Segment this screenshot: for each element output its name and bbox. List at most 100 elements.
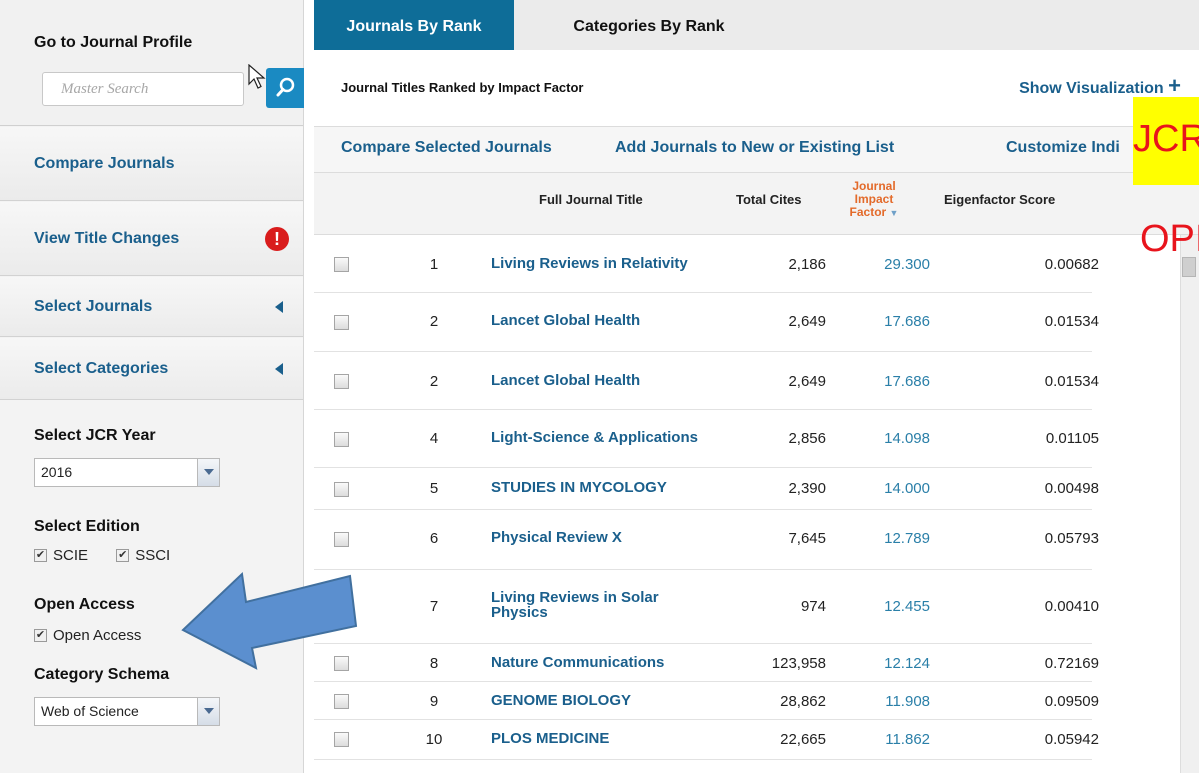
journal-title-link[interactable]: Nature Communications	[491, 655, 731, 670]
row-impact-factor: 12.789	[884, 530, 930, 547]
row-rank: 10	[425, 731, 443, 748]
col-full-journal-title[interactable]: Full Journal Title	[539, 192, 643, 207]
journal-title-link[interactable]: GENOME BIOLOGY	[491, 693, 731, 708]
row-eigenfactor: 0.09509	[1044, 693, 1099, 710]
sort-desc-icon: ▼	[889, 208, 899, 218]
view-title-changes-link[interactable]: View Title Changes !	[0, 202, 303, 276]
row-eigenfactor: 0.00682	[1044, 256, 1099, 273]
row-rank: 2	[429, 373, 439, 390]
jcr-year-value: 2016	[41, 464, 73, 480]
ssci-checkbox[interactable]: ✔	[116, 548, 130, 562]
search-icon	[276, 77, 295, 97]
vertical-scrollbar[interactable]	[1180, 235, 1199, 773]
add-journals-to-list-link[interactable]: Add Journals to New or Existing List	[615, 139, 894, 157]
alert-icon: !	[265, 226, 289, 251]
go-to-journal-profile-label: Go to Journal Profile	[34, 34, 193, 51]
row-eigenfactor: 0.01534	[1044, 313, 1099, 330]
sidebar-search-panel	[0, 0, 303, 126]
row-checkbox[interactable]	[334, 694, 349, 709]
table-row: 4 Light-Science & Applications 2,856 14.…	[314, 410, 1099, 468]
row-checkbox[interactable]	[334, 432, 349, 447]
edition-options: ✔ SCIE ✔ SSCI	[34, 546, 170, 564]
row-total-cites: 974	[800, 598, 826, 615]
row-checkbox[interactable]	[334, 732, 349, 747]
row-impact-factor: 17.686	[884, 373, 930, 390]
master-search-box[interactable]	[42, 72, 244, 106]
row-checkbox[interactable]	[334, 532, 349, 547]
row-rank: 5	[429, 480, 439, 497]
row-impact-factor: 29.300	[884, 256, 930, 273]
journal-table-body: 1 Living Reviews in Relativity 2,186 29.…	[314, 235, 1099, 760]
chevron-down-icon[interactable]	[197, 459, 219, 486]
row-impact-factor: 11.862	[885, 731, 930, 748]
row-total-cites: 22,665	[780, 731, 826, 748]
arrow-left-icon	[181, 571, 358, 670]
caret-left-icon	[275, 362, 283, 375]
row-total-cites: 2,186	[788, 256, 826, 273]
overlay-text-jcr: JCR	[1133, 118, 1199, 160]
select-journals-label: Select Journals	[34, 297, 153, 315]
col-journal-impact-factor[interactable]: Journal Impact Factor ▼	[844, 180, 904, 220]
show-visualization-link[interactable]: Show Visualization +	[1019, 75, 1181, 98]
row-eigenfactor: 0.00410	[1044, 598, 1099, 615]
col-total-cites[interactable]: Total Cites	[736, 192, 802, 207]
scie-checkbox[interactable]: ✔	[34, 548, 47, 562]
scie-label: SCIE	[53, 546, 89, 564]
row-rank: 2	[429, 313, 439, 330]
chevron-down-icon[interactable]	[197, 698, 219, 725]
journal-title-link[interactable]: Lancet Global Health	[491, 373, 731, 388]
tab-categories-by-rank[interactable]: Categories By Rank	[549, 0, 749, 50]
row-total-cites: 2,390	[788, 480, 826, 497]
journal-title-link[interactable]: Light-Science & Applications	[491, 430, 731, 445]
open-access-option-label: Open Access	[53, 626, 142, 644]
row-eigenfactor: 0.05942	[1044, 731, 1099, 748]
master-search-input[interactable]	[43, 73, 243, 105]
results-header: Journal Titles Ranked by Impact Factor S…	[314, 50, 1199, 127]
col-eigenfactor-score[interactable]: Eigenfactor Score	[944, 192, 1055, 207]
row-checkbox[interactable]	[334, 315, 349, 330]
category-schema-select[interactable]: Web of Science	[34, 697, 220, 726]
view-title-changes-label: View Title Changes	[34, 229, 180, 247]
journal-title-link[interactable]: Living Reviews in Relativity	[491, 256, 731, 271]
row-total-cites: 7,645	[788, 530, 826, 547]
open-access-checkbox[interactable]: ✔	[34, 628, 47, 642]
row-eigenfactor: 0.72169	[1044, 655, 1099, 672]
journal-title-link[interactable]: Lancet Global Health	[491, 313, 731, 328]
jif-header-line3-text: Factor	[849, 205, 887, 219]
select-categories-label: Select Categories	[34, 359, 169, 377]
row-total-cites: 2,649	[788, 313, 826, 330]
edition-label: Select Edition	[34, 518, 140, 535]
mouse-cursor-icon	[248, 64, 266, 89]
row-rank: 4	[429, 430, 439, 447]
compare-journals-link[interactable]: Compare Journals	[0, 127, 303, 201]
journal-title-link[interactable]: STUDIES IN MYCOLOGY	[491, 480, 731, 495]
row-impact-factor: 12.455	[884, 598, 930, 615]
jcr-year-select[interactable]: 2016	[34, 458, 220, 487]
table-row: 6 Physical Review X 7,645 12.789 0.05793	[314, 510, 1099, 570]
caret-left-icon	[275, 300, 283, 313]
table-row: 1 Living Reviews in Relativity 2,186 29.…	[314, 235, 1099, 293]
row-total-cites: 123,958	[771, 655, 826, 672]
select-categories-panel[interactable]: Select Categories	[0, 338, 303, 400]
row-checkbox[interactable]	[334, 374, 349, 389]
journal-title-link[interactable]: Physical Review X	[491, 530, 731, 545]
table-row: 2 Lancet Global Health 2,649 17.686 0.01…	[314, 293, 1099, 352]
row-impact-factor: 12.124	[884, 655, 930, 672]
table-row: 2 Lancet Global Health 2,649 17.686 0.01…	[314, 352, 1099, 410]
select-journals-panel[interactable]: Select Journals	[0, 277, 303, 337]
open-access-label: Open Access	[34, 596, 135, 613]
plus-icon: +	[1168, 73, 1181, 98]
journal-title-link[interactable]: PLOS MEDICINE	[491, 731, 731, 746]
main-content: Journals By Rank Categories By Rank Jour…	[314, 0, 1199, 773]
table-row: 8 Nature Communications 123,958 12.124 0…	[314, 644, 1099, 682]
category-schema-label: Category Schema	[34, 666, 170, 683]
table-row: 10 PLOS MEDICINE 22,665 11.862 0.05942	[314, 720, 1099, 760]
customize-indicators-link[interactable]: Customize Indi	[1006, 139, 1120, 157]
journal-title-link[interactable]: Living Reviews in Solar Physics	[491, 590, 691, 620]
compare-selected-journals-link[interactable]: Compare Selected Journals	[341, 139, 552, 157]
tab-journals-by-rank[interactable]: Journals By Rank	[314, 0, 514, 50]
search-button[interactable]	[266, 68, 304, 108]
row-checkbox[interactable]	[334, 257, 349, 272]
row-checkbox[interactable]	[334, 482, 349, 497]
row-impact-factor: 14.000	[884, 480, 930, 497]
